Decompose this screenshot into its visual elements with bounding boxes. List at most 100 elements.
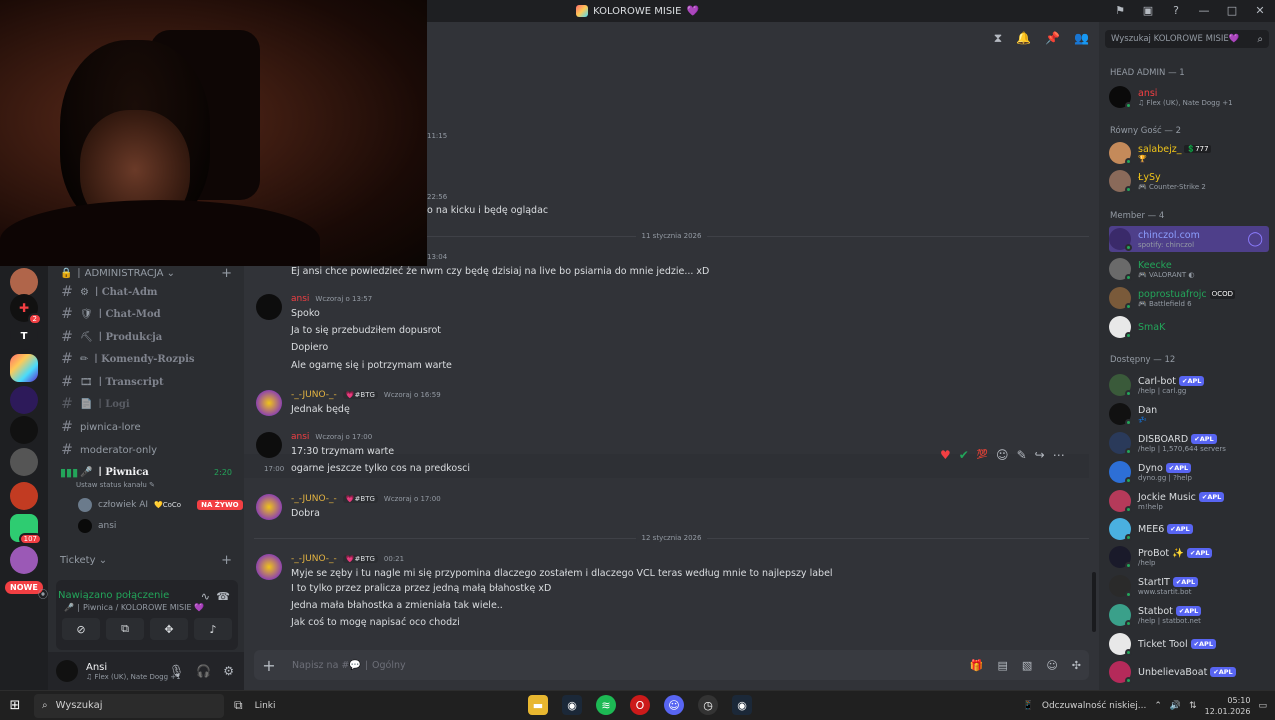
activities-button[interactable]: ✥ bbox=[150, 618, 188, 640]
member-dan[interactable]: Dan 💤 bbox=[1109, 401, 1269, 427]
attach-plus-icon[interactable]: + bbox=[254, 656, 284, 675]
task-view-icon[interactable]: ⧉ bbox=[234, 698, 243, 713]
file-explorer-icon[interactable]: ▬ bbox=[528, 695, 548, 715]
more-options-icon[interactable]: ⋯ bbox=[1053, 448, 1065, 462]
system-notification-text[interactable]: Odczuwalność niskiej... bbox=[1042, 701, 1146, 711]
spotify-icon[interactable]: ≋ bbox=[596, 695, 616, 715]
channel-transcript[interactable]: # 🎞 ∣ Transcript bbox=[56, 372, 240, 392]
channel-chat-adm[interactable]: # ⚙ ∣ Chat-Adm bbox=[56, 282, 240, 302]
channel-chat-mod[interactable]: # 🛡 ∣ Chat-Mod bbox=[56, 304, 240, 324]
member-disboard[interactable]: DISBOARD ✔APL /help | 1,570,644 servers bbox=[1109, 430, 1269, 456]
windows-start-icon[interactable]: ⊞ bbox=[0, 698, 30, 713]
sticker-icon[interactable]: ▧ bbox=[1022, 659, 1032, 672]
category-administracja[interactable]: 🔒 ∣ ADMINISTRACJA ⌄ + bbox=[60, 266, 236, 281]
screen-share-button[interactable]: ⧉ bbox=[106, 618, 144, 640]
add-reaction-icon[interactable]: ☺ bbox=[996, 448, 1009, 462]
apps-icon[interactable]: ✣ bbox=[1072, 659, 1081, 672]
member-jockie-music[interactable]: Jockie Music ✔APL m!help bbox=[1109, 488, 1269, 514]
server-icon-kolorowe-misie[interactable] bbox=[10, 354, 38, 382]
tray-chevron-icon[interactable]: ⌃ bbox=[1154, 701, 1162, 711]
taskbar-search[interactable]: ⌕ Wyszukaj bbox=[34, 693, 224, 718]
message-author[interactable]: ansi bbox=[291, 432, 309, 442]
disconnect-icon[interactable]: ☎ bbox=[216, 590, 230, 603]
server-icon-2[interactable]: ✚ 2 bbox=[10, 294, 42, 325]
server-search-input[interactable]: Wyszukaj KOLOROWE MISIE💜 ⌕ bbox=[1105, 30, 1269, 48]
pin-icon[interactable]: 📌 bbox=[1045, 31, 1060, 45]
notification-bar-icon[interactable]: 📱 bbox=[1023, 701, 1034, 711]
voice-status-hint[interactable]: Ustaw status kanału ✎ bbox=[76, 481, 155, 489]
screen-icon[interactable]: ▣ bbox=[1141, 3, 1155, 17]
server-icon-1[interactable] bbox=[10, 268, 38, 296]
member-list-icon[interactable]: 👥 bbox=[1074, 31, 1089, 45]
member-ansi[interactable]: ansi ♫ Flex (UK), Nate Dogg +1 bbox=[1109, 84, 1269, 110]
member-carl-bot[interactable]: Carl-bot ✔APL /help | carl.gg bbox=[1109, 372, 1269, 398]
gif-icon[interactable]: ▤ bbox=[998, 659, 1008, 672]
inbox-icon[interactable]: ⚑ bbox=[1113, 3, 1127, 17]
member-startit[interactable]: StartIT ✔APL www.startit.bot bbox=[1109, 573, 1269, 599]
message-author[interactable]: ansi bbox=[291, 294, 309, 304]
voice-channel-piwnica[interactable]: ▮▮▮ 🎤 ∣ Piwnica 2:20 bbox=[56, 462, 240, 482]
chat-scrollbar[interactable] bbox=[1092, 572, 1096, 632]
threads-icon[interactable]: ⧗ bbox=[994, 31, 1002, 46]
volume-icon[interactable]: 🔊 bbox=[1170, 701, 1181, 711]
microphone-icon[interactable]: 🎙 bbox=[169, 664, 184, 678]
heart-reaction-icon[interactable]: ♥ bbox=[940, 448, 951, 462]
edit-icon[interactable]: ✎ bbox=[1017, 448, 1027, 462]
server-icon-9[interactable]: 107 bbox=[10, 514, 42, 545]
member-poprostuafrojc[interactable]: poprostuafrojc ⭘COD 🎮 Battlefield 6 bbox=[1109, 285, 1269, 311]
server-icon-8[interactable] bbox=[10, 482, 38, 510]
server-icon-t[interactable]: T bbox=[10, 322, 38, 350]
server-icon-6[interactable] bbox=[10, 416, 38, 444]
channel-moderator-only[interactable]: # moderator-only bbox=[56, 440, 240, 460]
member-statbot[interactable]: Statbot ✔APL /help | statbot.net bbox=[1109, 602, 1269, 628]
member-chinczol[interactable]: chinczol.com spotify: chinczol ◯ bbox=[1109, 226, 1269, 252]
composer-placeholder[interactable]: Napisz na #💬 ∣ Ogólny bbox=[292, 660, 406, 671]
close-icon[interactable]: ✕ bbox=[1253, 3, 1267, 17]
avatar[interactable] bbox=[256, 390, 282, 416]
category-tickety[interactable]: Tickety ⌄ + bbox=[60, 553, 236, 568]
discord-icon[interactable]: ☺ bbox=[664, 695, 684, 715]
add-channel-icon[interactable]: + bbox=[221, 553, 232, 568]
soundboard-button[interactable]: ♪ bbox=[194, 618, 232, 640]
message-author[interactable]: -_-JUNO-_- bbox=[291, 494, 337, 504]
server-icon-5[interactable] bbox=[10, 386, 38, 414]
minimize-icon[interactable]: — bbox=[1197, 3, 1211, 17]
avatar[interactable] bbox=[256, 294, 282, 320]
game-launcher-icon[interactable]: ◷ bbox=[698, 695, 718, 715]
channel-logi[interactable]: # 📄 ∣ Logi bbox=[56, 394, 240, 414]
headphones-icon[interactable]: 🎧 bbox=[196, 664, 211, 678]
server-icon-7[interactable] bbox=[10, 448, 38, 476]
channel-komendy-rozpis[interactable]: # ✏ ∣ Komendy-Rozpis bbox=[56, 349, 240, 369]
notification-bell-icon[interactable]: 🔔 bbox=[1016, 31, 1031, 45]
noise-suppression-icon[interactable]: ∿ bbox=[201, 590, 210, 603]
channel-piwnica-lore[interactable]: # piwnica-lore bbox=[56, 417, 240, 437]
steam-icon-2[interactable]: ◉ bbox=[732, 695, 752, 715]
member-unbelievaboat[interactable]: UnbelievaBoat ✔APL bbox=[1109, 659, 1269, 685]
voice-user-ansi[interactable]: ansi bbox=[78, 519, 116, 533]
server-icon-10[interactable] bbox=[10, 546, 38, 574]
network-icon[interactable]: ⇅ bbox=[1189, 701, 1197, 711]
taskbar-links[interactable]: Linki bbox=[255, 701, 276, 711]
message-composer[interactable]: + Napisz na #💬 ∣ Ogólny 🎁 ▤ ▧ ☺ ✣ bbox=[254, 650, 1089, 680]
reply-icon[interactable]: ↪ bbox=[1035, 448, 1045, 462]
avatar[interactable] bbox=[256, 432, 282, 458]
settings-gear-icon[interactable]: ⚙ bbox=[223, 664, 234, 678]
member-salabejz[interactable]: salabejz_ 💲777 🏆 bbox=[1109, 140, 1269, 166]
steam-icon[interactable]: ◉ bbox=[562, 695, 582, 715]
hundred-reaction-icon[interactable]: 💯 bbox=[977, 450, 988, 460]
check-reaction-icon[interactable]: ✔ bbox=[959, 448, 969, 462]
member-smak[interactable]: SmaK bbox=[1109, 314, 1269, 340]
emoji-icon[interactable]: ☺ bbox=[1046, 659, 1057, 672]
avatar[interactable] bbox=[256, 494, 282, 520]
member-ticket-tool[interactable]: Ticket Tool ✔APL bbox=[1109, 631, 1269, 657]
avatar[interactable] bbox=[256, 554, 282, 580]
user-avatar[interactable] bbox=[56, 660, 78, 682]
gift-icon[interactable]: 🎁 bbox=[970, 659, 984, 672]
message-author[interactable]: -_-JUNO-_- bbox=[291, 554, 337, 564]
message-author[interactable]: -_-JUNO-_- bbox=[291, 390, 337, 400]
opera-icon[interactable]: O bbox=[630, 695, 650, 715]
channel-produkcja[interactable]: # ⛏ ∣ Produkcja bbox=[56, 327, 240, 347]
help-icon[interactable]: ? bbox=[1169, 3, 1183, 17]
notification-center-icon[interactable]: ▭ bbox=[1258, 701, 1267, 711]
add-channel-icon[interactable]: + bbox=[221, 266, 232, 281]
